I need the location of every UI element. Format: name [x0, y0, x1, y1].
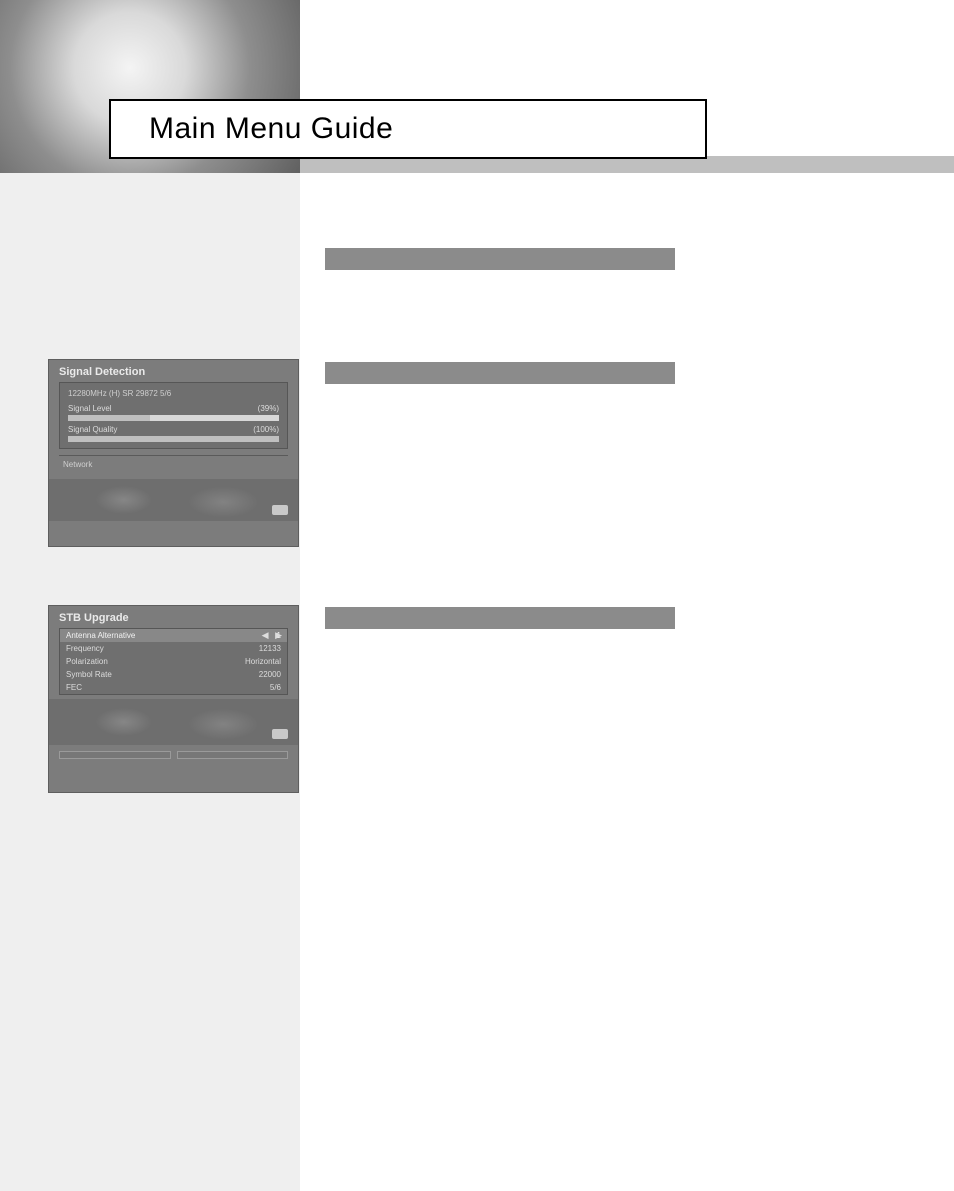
mock2-row-value: 12133: [259, 644, 281, 653]
mock2-table: Antenna Alternative1 Frequency 12133 Polari…: [59, 628, 288, 695]
mock1-row2-bar-fill: [68, 436, 279, 442]
screenshot-signal-detection: Signal Detection 12280MHz (H) SR 29872 5…: [48, 359, 299, 547]
mock2-background-map: [49, 699, 298, 745]
mock2-row: Symbol Rate 22000: [60, 668, 287, 681]
mock2-row: FEC 5/6: [60, 681, 287, 694]
mock2-row: Polarization Horizontal: [60, 655, 287, 668]
mock2-row-label: Antenna Alternative: [66, 631, 135, 640]
page-title: Main Menu Guide: [149, 112, 393, 146]
mock2-row-label: FEC: [66, 683, 82, 692]
page-title-box: Main Menu Guide: [109, 99, 707, 159]
mock2-progress-bar-2: [177, 751, 289, 759]
mock1-row1-value: (39%): [258, 404, 279, 413]
mock1-panel: 12280MHz (H) SR 29872 5/6 Signal Level (…: [59, 382, 288, 449]
mock1-background-map: [49, 479, 298, 521]
mock1-row1-bar: [68, 415, 279, 421]
mock2-progress-bars: [49, 745, 298, 759]
mock1-row2-value: (100%): [253, 425, 279, 434]
section-bar-2: [325, 362, 675, 384]
section-bar-3: [325, 607, 675, 629]
mock1-row-signal-quality: Signal Quality (100%): [68, 425, 279, 434]
mock2-row-label: Frequency: [66, 644, 104, 653]
mock2-row-label: Polarization: [66, 657, 108, 666]
mock1-row1-label: Signal Level: [68, 404, 112, 413]
mock2-row: Frequency 12133: [60, 642, 287, 655]
mock2-row-value: 5/6: [270, 683, 281, 692]
mock2-title: STB Upgrade: [49, 606, 298, 628]
mock1-row1-bar-fill: [68, 415, 150, 421]
left-right-arrows-icon: ◀ ▶: [262, 630, 284, 641]
help-icon: [272, 729, 288, 739]
mock1-subline: 12280MHz (H) SR 29872 5/6: [68, 389, 279, 398]
help-icon: [272, 505, 288, 515]
mock1-row2-bar: [68, 436, 279, 442]
mock2-row-value: 22000: [259, 670, 281, 679]
mock2-progress-bar-1: [59, 751, 171, 759]
mock1-row2-label: Signal Quality: [68, 425, 117, 434]
mock1-row-signal-level: Signal Level (39%): [68, 404, 279, 413]
mock2-row: Antenna Alternative1: [60, 629, 287, 642]
mock1-title: Signal Detection: [49, 360, 298, 382]
screenshot-stb-upgrade: STB Upgrade ◀ ▶ Antenna Alternative1Freq…: [48, 605, 299, 793]
mock1-footer: Network: [59, 455, 288, 475]
mock2-row-label: Symbol Rate: [66, 670, 112, 679]
mock2-row-value: Horizontal: [245, 657, 281, 666]
section-bar-1: [325, 248, 675, 270]
